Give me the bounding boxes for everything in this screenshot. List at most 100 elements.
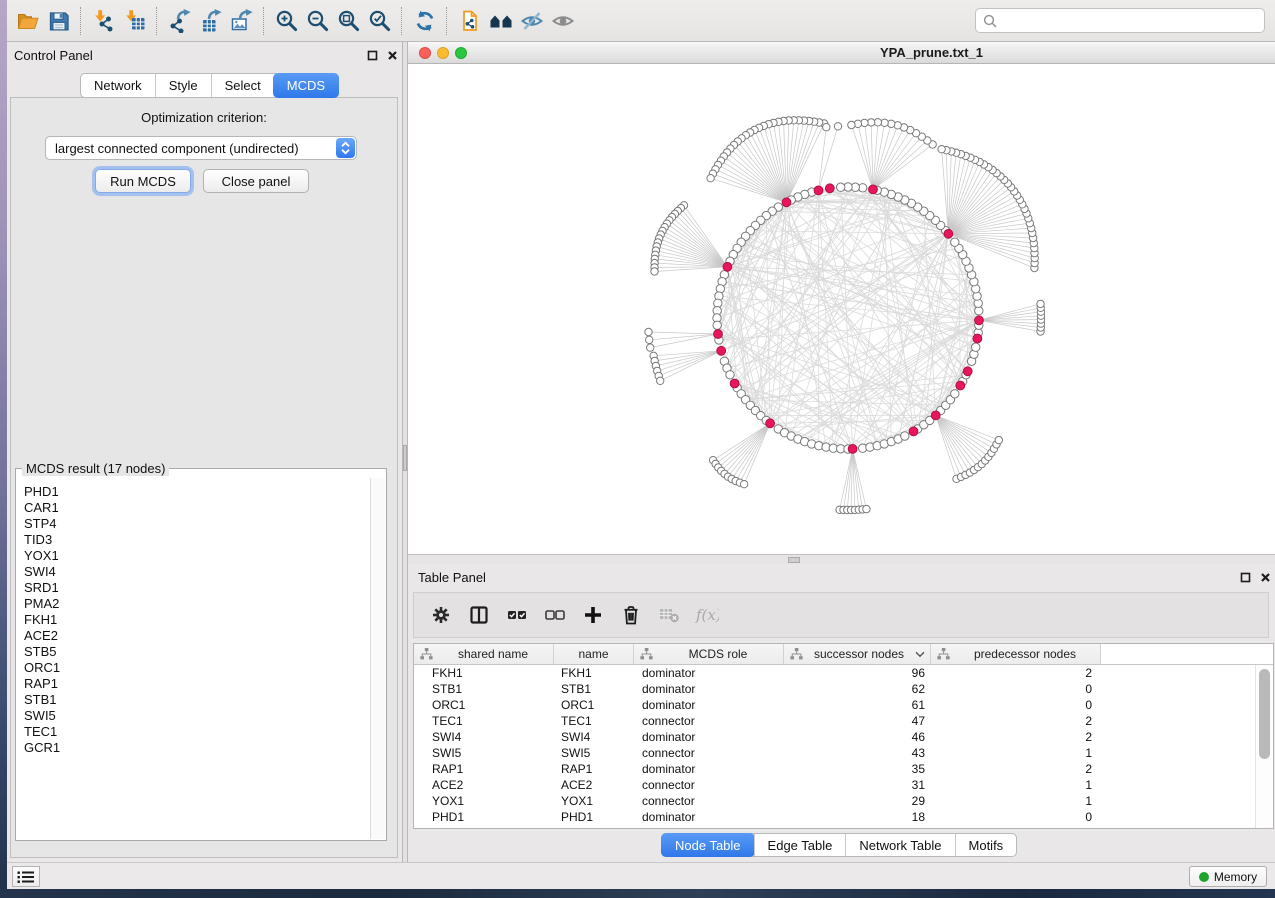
show-columns-button[interactable] xyxy=(460,595,498,635)
table-row[interactable]: ORC1ORC1dominator610 xyxy=(414,697,1273,713)
float-panel-icon[interactable] xyxy=(362,47,382,63)
mcds-result-item[interactable]: FKH1 xyxy=(24,612,371,628)
import-network-icon xyxy=(92,9,116,33)
first-neighbors-icon xyxy=(489,9,513,33)
mcds-result-item[interactable]: ACE2 xyxy=(24,628,371,644)
mcds-result-item[interactable]: SWI5 xyxy=(24,708,371,724)
hide-selected-button[interactable] xyxy=(516,4,547,38)
tab-network[interactable]: Network xyxy=(81,74,155,97)
tab-node-table[interactable]: Node Table xyxy=(661,833,755,857)
table-row[interactable]: SWI4SWI4dominator462 xyxy=(414,729,1273,745)
deselect-all-rows-icon xyxy=(543,603,567,627)
mcds-result-item[interactable]: STB1 xyxy=(24,692,371,708)
tab-motifs[interactable]: Motifs xyxy=(955,834,1017,856)
tab-style[interactable]: Style xyxy=(155,74,211,97)
tab-network-table[interactable]: Network Table xyxy=(845,834,954,856)
table-row[interactable]: FKH1FKH1dominator962 xyxy=(414,665,1273,681)
table-row[interactable]: PHD1PHD1dominator180 xyxy=(414,809,1273,825)
import-network-button[interactable] xyxy=(88,4,119,38)
table-scrollbar-track[interactable] xyxy=(1255,665,1273,828)
tab-edge-table[interactable]: Edge Table xyxy=(754,834,846,856)
save-session-icon xyxy=(47,9,71,33)
delete-rows-button[interactable] xyxy=(612,595,650,635)
close-panel-icon[interactable] xyxy=(382,47,402,63)
horizontal-splitter[interactable] xyxy=(408,554,1275,564)
window-close-traffic-light[interactable] xyxy=(419,47,431,59)
table-panel-tabs: Node TableEdge TableNetwork TableMotifs xyxy=(661,833,1017,857)
column-header-shared-name[interactable]: shared name xyxy=(414,644,554,664)
window-minimize-traffic-light[interactable] xyxy=(437,47,449,59)
column-header-predecessor-nodes[interactable]: predecessor nodes xyxy=(931,644,1101,664)
vertical-splitter-handle[interactable] xyxy=(403,445,407,471)
toolbar-separator xyxy=(263,7,265,35)
table-cell-shared_name: YOX1 xyxy=(414,794,554,808)
close-table-panel-icon[interactable] xyxy=(1255,569,1275,585)
mcds-result-item[interactable]: PMA2 xyxy=(24,596,371,612)
refresh-view-icon xyxy=(413,9,437,33)
tab-select[interactable]: Select xyxy=(211,74,274,97)
show-all-button[interactable] xyxy=(547,4,578,38)
table-toolbar: f(x) xyxy=(413,592,1269,638)
table-cell-mcds_role: dominator xyxy=(634,698,784,712)
table-row[interactable]: YOX1YOX1connector291 xyxy=(414,793,1273,809)
mcds-result-item[interactable]: TEC1 xyxy=(24,724,371,740)
search-input[interactable] xyxy=(1001,10,1264,32)
task-history-button[interactable] xyxy=(12,866,40,887)
mcds-result-item[interactable]: ORC1 xyxy=(24,660,371,676)
open-file-button[interactable] xyxy=(12,4,43,38)
mcds-result-item[interactable]: SRD1 xyxy=(24,580,371,596)
table-row[interactable]: SWI5SWI5connector431 xyxy=(414,745,1273,761)
zoom-out-button[interactable] xyxy=(302,4,333,38)
float-table-panel-icon[interactable] xyxy=(1235,569,1255,585)
cytoscape-window: Control Panel NetworkStyleSelectMCDS Opt… xyxy=(7,0,1275,889)
mcds-list-scrollbar[interactable] xyxy=(370,478,385,839)
new-network-from-selection-button[interactable] xyxy=(454,4,485,38)
mcds-result-item[interactable]: GCR1 xyxy=(24,740,371,756)
memory-label: Memory xyxy=(1214,870,1257,884)
close-panel-button[interactable]: Close panel xyxy=(203,169,309,193)
mcds-result-item[interactable]: SWI4 xyxy=(24,564,371,580)
mcds-result-item[interactable]: CAR1 xyxy=(24,500,371,516)
save-session-button[interactable] xyxy=(43,4,74,38)
mcds-result-item[interactable]: STB5 xyxy=(24,644,371,660)
run-mcds-button[interactable]: Run MCDS xyxy=(95,169,191,193)
table-row[interactable]: RAP1RAP1dominator352 xyxy=(414,761,1273,777)
table-cell-shared_name: RAP1 xyxy=(414,762,554,776)
zoom-selected-button[interactable] xyxy=(364,4,395,38)
import-table-button[interactable] xyxy=(119,4,150,38)
settings-gear-button[interactable] xyxy=(422,595,460,635)
table-cell-name: RAP1 xyxy=(554,762,634,776)
table-cell-successor_nodes: 31 xyxy=(784,778,931,792)
mcds-result-item[interactable]: RAP1 xyxy=(24,676,371,692)
refresh-view-button[interactable] xyxy=(409,4,440,38)
export-image-button[interactable] xyxy=(226,4,257,38)
table-cell-successor_nodes: 46 xyxy=(784,730,931,744)
mcds-result-item[interactable]: YOX1 xyxy=(24,548,371,564)
horizontal-splitter-handle[interactable] xyxy=(788,557,800,563)
optimization-criterion-dropdown[interactable]: largest connected component (undirected) xyxy=(45,136,357,160)
mcds-result-item[interactable]: STP4 xyxy=(24,516,371,532)
deselect-all-rows-button[interactable] xyxy=(536,595,574,635)
window-zoom-traffic-light[interactable] xyxy=(455,47,467,59)
network-window: YPA_prune.txt_1 xyxy=(408,42,1275,564)
export-network-button[interactable] xyxy=(164,4,195,38)
table-row[interactable]: TEC1TEC1connector472 xyxy=(414,713,1273,729)
table-row[interactable]: STB1STB1dominator620 xyxy=(414,681,1273,697)
network-canvas[interactable] xyxy=(408,64,1275,554)
search-box[interactable] xyxy=(975,8,1265,33)
first-neighbors-button[interactable] xyxy=(485,4,516,38)
add-row-button[interactable] xyxy=(574,595,612,635)
mcds-result-item[interactable]: TID3 xyxy=(24,532,371,548)
column-header-successor-nodes[interactable]: successor nodes xyxy=(784,644,931,664)
select-all-rows-button[interactable] xyxy=(498,595,536,635)
zoom-fit-button[interactable] xyxy=(333,4,364,38)
tab-mcds[interactable]: MCDS xyxy=(273,73,339,98)
mcds-result-item[interactable]: PHD1 xyxy=(24,484,371,500)
memory-button[interactable]: Memory xyxy=(1189,866,1267,887)
export-table-button[interactable] xyxy=(195,4,226,38)
table-row[interactable]: ACE2ACE2connector311 xyxy=(414,777,1273,793)
column-header-name[interactable]: name xyxy=(554,644,634,664)
column-header-MCDS-role[interactable]: MCDS role xyxy=(634,644,784,664)
zoom-in-button[interactable] xyxy=(271,4,302,38)
table-scrollbar-thumb[interactable] xyxy=(1259,669,1270,759)
